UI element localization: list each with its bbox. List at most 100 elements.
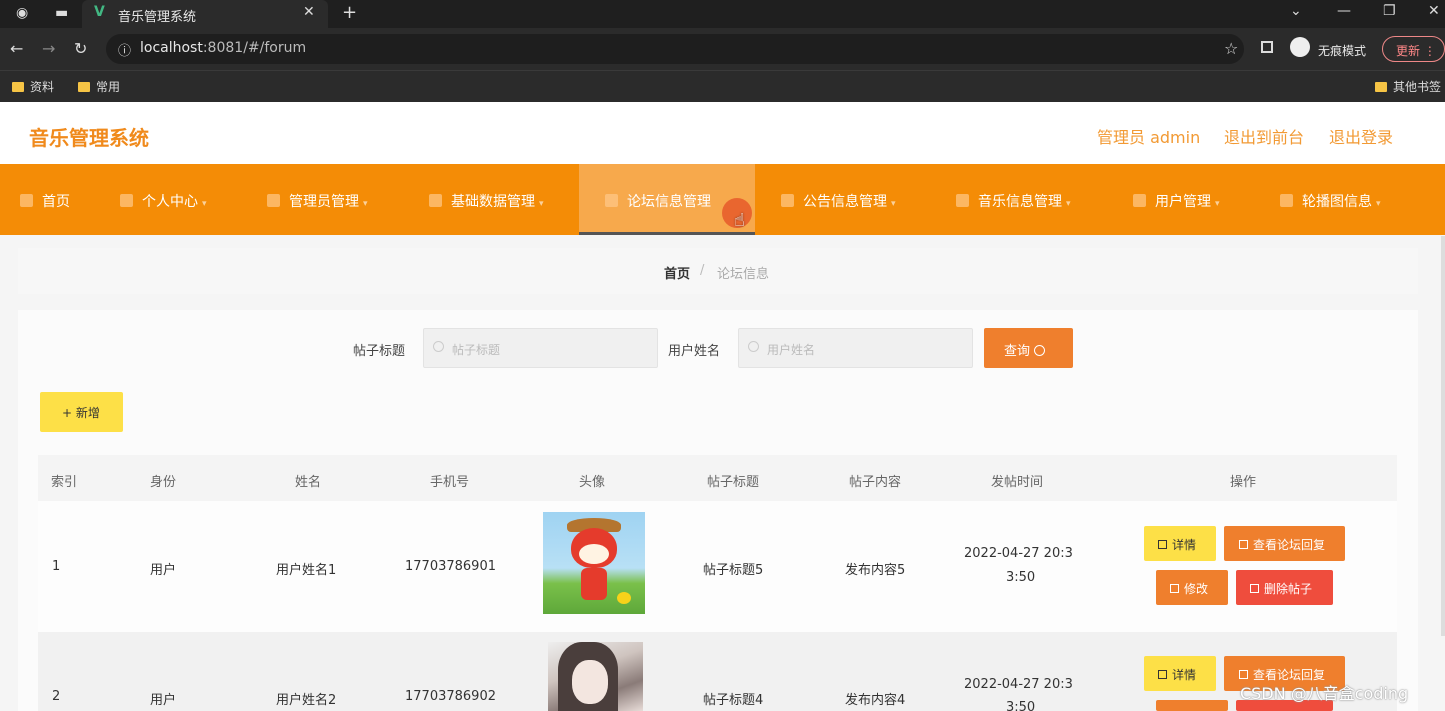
nav-item-music[interactable]: 音乐信息管理 ▾ — [956, 164, 1071, 235]
post-title-input[interactable]: 帖子标题 — [423, 328, 658, 368]
browser-globe-icon[interactable]: ◉ — [16, 5, 28, 21]
address-bar-row: ← → ↻ ⓘ localhost:8081/#/forum ☆ — [0, 28, 1445, 70]
chevron-down-icon: ▾ — [1215, 199, 1220, 209]
nav-item-base-data[interactable]: 基础数据管理 ▾ — [429, 164, 544, 235]
edit-button[interactable] — [1156, 700, 1228, 711]
breadcrumb-home[interactable]: 首页 — [664, 263, 690, 282]
edit-label: 修改 — [1184, 582, 1209, 596]
avatar-chick — [617, 592, 631, 604]
col-avatar: 头像 — [579, 475, 606, 490]
nav-item-admin-manage[interactable]: 管理员管理 ▾ — [267, 164, 368, 235]
cell-post-title: 帖子标题4 — [703, 693, 764, 708]
notice-icon — [781, 194, 794, 207]
minimize-icon[interactable]: — — [1337, 3, 1351, 19]
cell-post-time-line1: 2022-04-27 20:3 — [964, 677, 1073, 692]
view-reply-button[interactable]: 查看论坛回复 — [1224, 526, 1345, 561]
chevron-down-icon: ▾ — [363, 199, 368, 209]
edit-button[interactable]: 修改 — [1156, 570, 1228, 605]
bookmark-folder-1[interactable]: 资料 — [12, 78, 54, 95]
nav-item-home[interactable]: 首页 — [20, 164, 70, 235]
forum-icon — [605, 194, 618, 207]
edit-icon — [1239, 540, 1248, 549]
detail-label: 详情 — [1172, 668, 1197, 682]
cell-phone: 17703786902 — [405, 689, 496, 704]
cell-name: 用户姓名1 — [276, 563, 337, 578]
nav-item-personal-center[interactable]: 个人中心 ▾ — [120, 164, 207, 235]
bookmark-label: 资料 — [30, 80, 55, 94]
avatar-body — [581, 568, 607, 600]
url-field[interactable]: ⓘ localhost:8081/#/forum ☆ — [106, 34, 1244, 64]
data-icon — [429, 194, 442, 207]
restore-icon[interactable]: ❐ — [1383, 3, 1396, 19]
detail-button[interactable]: 详情 — [1144, 526, 1216, 561]
exit-to-front-link[interactable]: 退出到前台 — [1224, 124, 1304, 148]
side-panel-icon[interactable] — [1261, 41, 1273, 53]
update-button[interactable]: 更新 ⋮ — [1382, 36, 1445, 62]
browser-tab-bar: ◉ ▬ V 音乐管理系统 ✕ + ⌄ — ❐ ✕ — [0, 0, 1445, 28]
nav-label: 论坛信息管理 — [627, 194, 711, 210]
cell-role: 用户 — [150, 693, 177, 708]
incognito-icon — [1290, 37, 1310, 57]
url-text: localhost:8081/#/forum — [140, 40, 306, 56]
breadcrumb-current: 论坛信息 — [717, 267, 770, 282]
edit-icon — [1239, 670, 1248, 679]
search-icon — [1034, 345, 1046, 356]
nav-label: 用户管理 — [1155, 194, 1211, 210]
site-info-icon[interactable]: ⓘ — [118, 40, 131, 59]
tab-list-icon[interactable]: ▬ — [55, 5, 68, 21]
cell-role: 用户 — [150, 563, 177, 578]
search-icon — [748, 341, 759, 352]
nav-label: 首页 — [42, 194, 70, 210]
reload-icon[interactable]: ↻ — [74, 39, 87, 58]
admin-user-label: 管理员 admin — [1097, 128, 1201, 147]
search-icon — [433, 341, 444, 352]
avatar-face — [579, 544, 609, 564]
chevron-down-icon: ▾ — [1066, 199, 1071, 209]
nav-item-carousel[interactable]: 轮播图信息 ▾ — [1280, 164, 1381, 235]
bookmark-folder-2[interactable]: 常用 — [78, 78, 120, 95]
chevron-down-icon: ▾ — [891, 199, 896, 209]
cell-index: 2 — [52, 689, 61, 704]
logout-link[interactable]: 退出登录 — [1329, 124, 1393, 148]
tab-search-icon[interactable]: ⌄ — [1290, 3, 1302, 19]
view-reply-label: 查看论坛回复 — [1253, 538, 1326, 552]
post-title-placeholder: 帖子标题 — [452, 343, 501, 357]
flag-icon — [956, 194, 969, 207]
admin-icon — [267, 194, 280, 207]
close-window-icon[interactable]: ✕ — [1428, 3, 1440, 19]
tab-close-icon[interactable]: ✕ — [303, 4, 315, 20]
cell-phone: 17703786901 — [405, 559, 496, 574]
col-actions: 操作 — [1230, 475, 1257, 490]
detail-button[interactable]: 详情 — [1144, 656, 1216, 691]
nav-label: 公告信息管理 — [803, 194, 887, 210]
document-icon — [1158, 540, 1167, 549]
nav-item-users[interactable]: 用户管理 ▾ — [1133, 164, 1220, 235]
nav-label: 管理员管理 — [289, 194, 359, 210]
avatar — [548, 642, 643, 711]
back-icon[interactable]: ← — [10, 39, 23, 58]
incognito-label: 无痕模式 — [1318, 44, 1367, 58]
users-icon — [1133, 194, 1146, 207]
col-post-title: 帖子标题 — [707, 475, 760, 490]
update-label: 更新 — [1396, 44, 1421, 58]
new-tab-icon[interactable]: + — [342, 2, 357, 23]
scrollbar[interactable] — [1441, 236, 1445, 636]
add-button[interactable]: + 新增 — [40, 392, 123, 432]
col-name: 姓名 — [295, 475, 322, 490]
breadcrumb-separator: / — [700, 263, 705, 278]
forward-icon[interactable]: → — [42, 39, 55, 58]
other-bookmarks[interactable]: 其他书签 — [1375, 78, 1441, 95]
col-post-time: 发帖时间 — [991, 475, 1044, 490]
nav-item-notice[interactable]: 公告信息管理 ▾ — [781, 164, 896, 235]
nav-label: 个人中心 — [142, 194, 198, 210]
query-button[interactable]: 查询 — [984, 328, 1073, 368]
bookmark-star-icon[interactable]: ☆ — [1224, 39, 1238, 58]
nav-label: 轮播图信息 — [1302, 194, 1372, 210]
avatar — [543, 512, 645, 614]
document-icon — [1158, 670, 1167, 679]
delete-post-button[interactable]: 删除帖子 — [1236, 570, 1333, 605]
watermark: CSDN @八音盒coding — [1240, 684, 1409, 703]
url-path: :8081/#/forum — [202, 40, 307, 56]
carousel-icon — [1280, 194, 1293, 207]
user-name-input[interactable]: 用户姓名 — [738, 328, 973, 368]
